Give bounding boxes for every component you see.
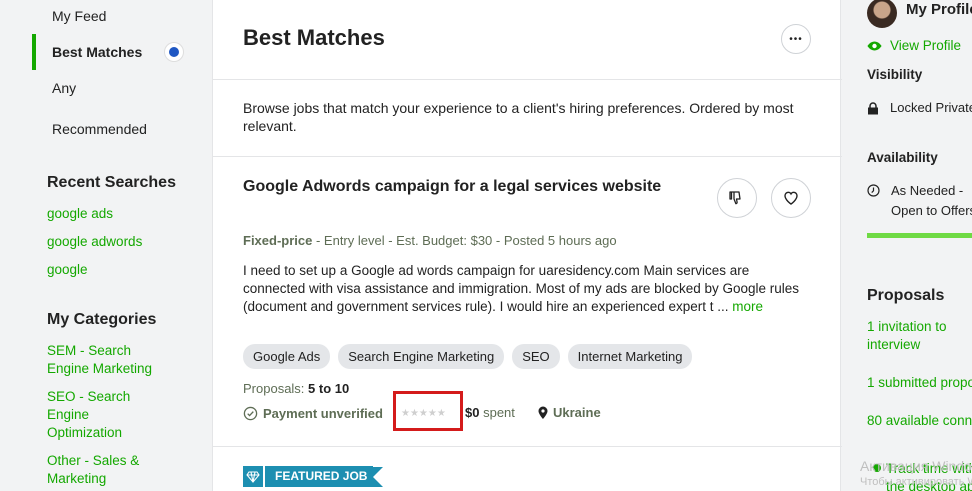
recent-searches-title: Recent Searches: [47, 174, 176, 191]
category-link[interactable]: SEM - Search Engine Marketing: [47, 342, 152, 378]
job-description-text: I need to set up a Google ad words campa…: [243, 263, 800, 314]
nav-item-recommended[interactable]: Recommended: [52, 121, 147, 137]
profile-name[interactable]: My Profile: [906, 1, 972, 18]
category-link-line: SEO - Search: [47, 389, 131, 404]
view-profile-link[interactable]: View Profile: [867, 38, 961, 53]
lock-icon: [868, 101, 878, 114]
right-sidebar: My Profile View Profile Visibility Locke…: [842, 0, 972, 491]
page-description: Browse jobs that match your experience t…: [243, 100, 794, 134]
nav-item-my-feed[interactable]: My Feed: [52, 8, 106, 24]
client-spent: $0 spent: [465, 405, 515, 420]
job-title-link[interactable]: Google Adwords campaign for a legal serv…: [243, 178, 661, 196]
save-job-button[interactable]: [771, 178, 811, 218]
submitted-proposals-link[interactable]: 1 submitted proposal: [867, 375, 972, 390]
more-options-button[interactable]: •••: [781, 24, 811, 54]
job-meta-details: - Entry level - Est. Budget: $30 - Poste…: [312, 233, 617, 248]
client-country: Ukraine: [553, 405, 601, 420]
featured-job-label: FEATURED JOB: [265, 466, 374, 487]
category-link[interactable]: Other - Sales & Marketing: [47, 452, 139, 488]
view-profile-label: View Profile: [890, 38, 962, 53]
proposals-section-title: Proposals: [867, 287, 945, 304]
client-info: Payment unverified: [243, 402, 383, 424]
nav-active-indicator: [32, 34, 36, 70]
clock-icon: [867, 184, 880, 197]
featured-job-badge: FEATURED JOB: [243, 466, 384, 487]
invitations-line: 1 invitation to: [867, 319, 947, 334]
nav-item-any[interactable]: Any: [52, 80, 76, 96]
available-connects-link[interactable]: 80 available connects: [867, 413, 972, 428]
category-link-line: Other - Sales &: [47, 453, 140, 468]
more-link[interactable]: more: [732, 299, 763, 314]
availability-value[interactable]: As Needed - Open to Offers: [891, 181, 972, 221]
thumbs-down-icon: [729, 191, 741, 205]
job-description: I need to set up a Google ad words campa…: [243, 262, 803, 316]
main-card: Best Matches ••• Browse jobs that match …: [212, 0, 842, 491]
eye-icon: [867, 41, 882, 50]
visibility-label: Locked Private: [890, 100, 972, 115]
ellipsis-icon: •••: [789, 33, 803, 45]
featured-ribbon-tail: [373, 466, 384, 487]
invitations-line: interview: [867, 337, 921, 352]
category-link-line: Engine: [47, 407, 90, 422]
my-categories-title: My Categories: [47, 311, 157, 328]
payment-status: Payment unverified: [263, 405, 383, 421]
visibility-value[interactable]: Locked Private: [867, 98, 972, 118]
recent-search-link[interactable]: google ads: [47, 205, 113, 223]
proposals-count: Proposals: 5 to 10: [243, 381, 349, 396]
skill-tag[interactable]: Internet Marketing: [567, 344, 693, 369]
availability-title: Availability: [867, 150, 938, 165]
visibility-title: Visibility: [867, 67, 923, 82]
divider: [213, 446, 842, 447]
category-link-line: Optimization: [47, 425, 123, 440]
diamond-icon: [243, 466, 263, 487]
client-rating-stars: ★★★★★: [401, 408, 446, 419]
skill-tags: Google Ads Search Engine Marketing SEO I…: [243, 344, 693, 369]
watermark-line: Чтобы активировать Windows: [860, 476, 972, 488]
recent-search-link[interactable]: google adwords: [47, 233, 142, 251]
recent-search-link[interactable]: google: [47, 261, 88, 279]
skill-tag[interactable]: Google Ads: [243, 344, 331, 369]
skill-tag[interactable]: Search Engine Marketing: [338, 344, 505, 369]
skill-tag[interactable]: SEO: [512, 344, 560, 369]
spent-label: spent: [483, 405, 515, 420]
job-type: Fixed-price: [243, 233, 313, 248]
windows-activation-watermark: Активация Windows Чтобы активировать Win…: [860, 456, 972, 488]
client-location: Ukraine: [537, 405, 601, 420]
availability-line: Open to Offers: [891, 203, 972, 218]
left-sidebar: My Feed Best Matches Any Recommended Rec…: [0, 0, 212, 491]
availability-line: As Needed -: [891, 183, 964, 198]
avatar[interactable]: [867, 0, 897, 28]
invitations-link[interactable]: 1 invitation to interview: [867, 318, 947, 354]
heart-icon: [784, 191, 798, 205]
category-link[interactable]: SEO - Search Engine Optimization: [47, 388, 130, 442]
nav-item-best-matches[interactable]: Best Matches: [52, 44, 142, 60]
dislike-button[interactable]: [717, 178, 757, 218]
spent-amount: $0: [465, 405, 480, 420]
page-title: Best Matches: [243, 25, 385, 50]
nav-selected-dot: [165, 43, 183, 61]
category-link-line: Marketing: [47, 471, 107, 486]
watermark-line: Активация Windows: [860, 458, 972, 474]
check-circle-icon: [243, 406, 258, 420]
divider: [213, 79, 842, 80]
category-link-line: SEM - Search: [47, 343, 132, 358]
job-meta: Fixed-price - Entry level - Est. Budget:…: [243, 233, 617, 248]
divider: [213, 156, 842, 157]
proposals-label: Proposals:: [243, 381, 305, 396]
location-pin-icon: [538, 406, 548, 419]
availability-progress-bar: [867, 233, 972, 238]
category-link-line: Engine Marketing: [47, 361, 153, 376]
proposals-value: 5 to 10: [308, 381, 350, 396]
